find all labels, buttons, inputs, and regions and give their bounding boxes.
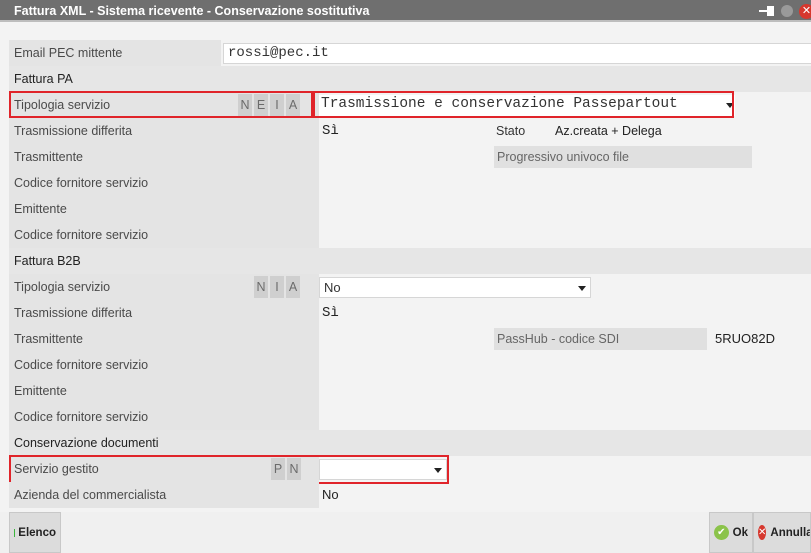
progressivo-field: Progressivo univoco file <box>494 146 752 168</box>
servizio-select[interactable] <box>319 459 447 480</box>
pa-emittente-label: Emittente <box>9 196 319 222</box>
b2b-emittente-row: Emittente <box>9 378 811 404</box>
title-bar: Fattura XML - Sistema ricevente - Conser… <box>0 0 811 22</box>
email-field[interactable]: rossi@pec.it <box>223 43 811 64</box>
pa-emittente-row: Emittente <box>9 196 811 222</box>
chevron-down-icon <box>726 103 734 108</box>
b2b-differita-label: Trasmissione differita <box>9 300 319 326</box>
window-title: Fattura XML - Sistema ricevente - Conser… <box>14 4 370 18</box>
chevron-down-icon <box>434 468 442 473</box>
option-n[interactable]: N <box>254 276 268 298</box>
passhub-label: PassHub - codice SDI <box>497 332 620 346</box>
passhub-label-cell: PassHub - codice SDI <box>494 328 707 350</box>
ok-label: Ok <box>732 526 748 539</box>
pa-tipologia-value: Trasmissione e conservazione Passepartou… <box>321 96 678 112</box>
fattura-pa-heading: Fattura PA <box>9 66 811 92</box>
b2b-trasmittente-label: Trasmittente <box>9 326 319 352</box>
azienda-row: Azienda del commercialista No <box>9 482 811 508</box>
b2b-tipologia-row: Tipologia servizio N I A No <box>9 274 811 300</box>
option-n[interactable]: N <box>238 94 252 116</box>
azienda-value: No <box>322 487 339 502</box>
stato-label: Stato <box>496 124 526 138</box>
b2b-codice1-row: Codice fornitore servizio <box>9 352 811 378</box>
b2b-tipologia-options: N I A <box>252 276 300 298</box>
minimize-icon[interactable] <box>781 5 793 17</box>
servizio-row: Servizio gestito P N <box>9 456 811 482</box>
servizio-options: P N <box>269 458 301 480</box>
pa-differita-value[interactable]: Sì <box>322 118 339 144</box>
email-row: Email PEC mittente rossi@pec.it <box>9 40 811 66</box>
pa-codice2-label: Codice fornitore servizio <box>9 222 319 248</box>
fattura-pa-section: Fattura PA <box>9 66 811 92</box>
pa-differita-row: Trasmissione differita Sì Stato Az.creat… <box>9 118 811 144</box>
option-n[interactable]: N <box>287 458 301 480</box>
close-icon[interactable]: ✕ <box>799 3 811 19</box>
fattura-b2b-section: Fattura B2B <box>9 248 811 274</box>
pa-codice1-label: Codice fornitore servizio <box>9 170 319 196</box>
option-i[interactable]: I <box>270 276 284 298</box>
b2b-tipologia-value: No <box>324 280 341 295</box>
pa-tipologia-options: N E I A <box>236 94 300 116</box>
option-a[interactable]: A <box>286 94 300 116</box>
bottom-bar <box>0 512 811 553</box>
azienda-label: Azienda del commercialista <box>9 482 319 508</box>
pa-codice2-row: Codice fornitore servizio <box>9 222 811 248</box>
annulla-button[interactable]: ✕ Annulla <box>753 512 811 553</box>
b2b-differita-row: Trasmissione differita Sì <box>9 300 811 326</box>
passhub-value: 5RUO82D <box>715 331 775 346</box>
elenco-button[interactable]: Elenco <box>9 512 61 553</box>
b2b-tipologia-select[interactable]: No <box>319 277 591 298</box>
pa-tipologia-row: Tipologia servizio N E I A Trasmissione … <box>9 92 811 118</box>
pa-tipologia-select[interactable]: Trasmissione e conservazione Passepartou… <box>319 95 735 116</box>
option-e[interactable]: E <box>254 94 268 116</box>
b2b-differita-value[interactable]: Sì <box>322 300 339 326</box>
option-a[interactable]: A <box>286 276 300 298</box>
chevron-down-icon <box>578 286 586 291</box>
progressivo-label: Progressivo univoco file <box>497 150 630 164</box>
elenco-label: Elenco <box>18 526 56 539</box>
b2b-codice2-label: Codice fornitore servizio <box>9 404 319 430</box>
pin-icon[interactable] <box>759 5 775 17</box>
pa-trasmittente-label: Trasmittente <box>9 144 319 170</box>
pa-differita-label: Trasmissione differita <box>9 118 319 144</box>
email-value: rossi@pec.it <box>228 45 329 61</box>
check-icon: ✔ <box>714 525 729 540</box>
ok-button[interactable]: ✔ Ok <box>709 512 753 553</box>
b2b-emittente-label: Emittente <box>9 378 319 404</box>
pa-trasmittente-row: Trasmittente Progressivo univoco file <box>9 144 811 170</box>
option-p[interactable]: P <box>271 458 285 480</box>
b2b-codice1-label: Codice fornitore servizio <box>9 352 319 378</box>
conservazione-section: Conservazione documenti <box>9 430 811 456</box>
stato-value: Az.creata + Delega <box>555 124 662 138</box>
option-i[interactable]: I <box>270 94 284 116</box>
fattura-b2b-heading: Fattura B2B <box>9 248 811 274</box>
email-label: Email PEC mittente <box>9 40 221 66</box>
conservazione-heading: Conservazione documenti <box>9 430 811 456</box>
b2b-trasmittente-row: Trasmittente PassHub - codice SDI 5RUO82… <box>9 326 811 352</box>
pa-codice1-row: Codice fornitore servizio <box>9 170 811 196</box>
b2b-codice2-row: Codice fornitore servizio <box>9 404 811 430</box>
annulla-label: Annulla <box>770 526 811 539</box>
cancel-icon: ✕ <box>758 525 767 540</box>
window-controls: ✕ <box>759 2 811 20</box>
